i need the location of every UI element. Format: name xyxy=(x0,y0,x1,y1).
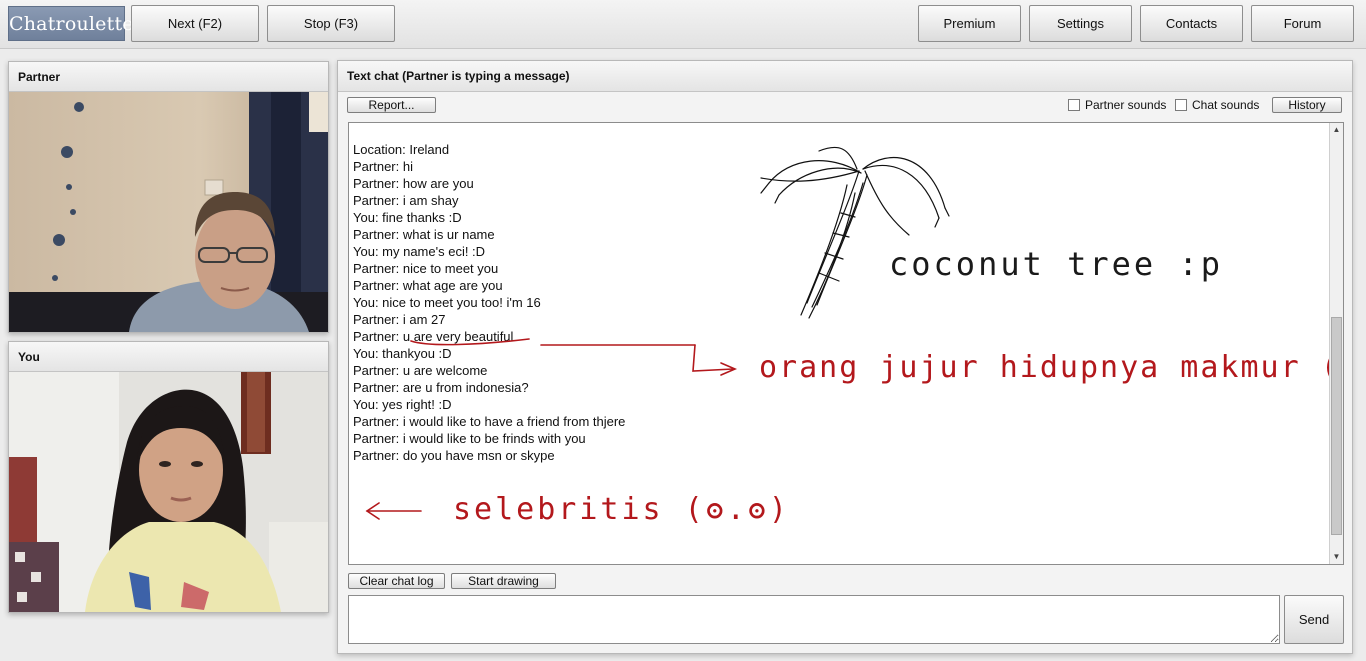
you-video xyxy=(9,372,328,612)
chat-sounds-checkbox-box[interactable] xyxy=(1175,99,1187,111)
text-chat-panel: Text chat (Partner is typing a message) … xyxy=(337,60,1353,654)
partner-panel-title: Partner xyxy=(9,62,328,92)
contacts-button[interactable]: Contacts xyxy=(1140,5,1243,42)
drawing-overlay: coconut tree :p orang jujur hidupnya mak… xyxy=(365,146,1329,527)
coconut-tree-text: coconut tree :p xyxy=(889,245,1223,283)
partner-sounds-label: Partner sounds xyxy=(1085,98,1167,112)
clear-chat-log-button[interactable]: Clear chat log xyxy=(348,573,445,589)
next-button[interactable]: Next (F2) xyxy=(131,5,259,42)
you-webcam-image xyxy=(9,372,328,612)
scroll-up-icon[interactable]: ▲ xyxy=(1330,123,1343,137)
send-button[interactable]: Send xyxy=(1284,595,1344,644)
selebritis-text: selebritis (ʘ.ʘ) xyxy=(453,492,790,527)
chat-title: Text chat (Partner is typing a message) xyxy=(338,61,1352,92)
stop-button[interactable]: Stop (F3) xyxy=(267,5,395,42)
partner-webcam-image xyxy=(9,92,328,332)
red-underline-arrow xyxy=(410,338,738,376)
you-panel-title: You xyxy=(9,342,328,372)
chat-sounds-label: Chat sounds xyxy=(1192,98,1260,112)
chat-log[interactable]: Location: Ireland Partner: hi Partner: h… xyxy=(348,122,1344,565)
chat-log-scrollbar[interactable]: ▲ ▼ xyxy=(1329,123,1343,564)
forum-button[interactable]: Forum xyxy=(1251,5,1354,42)
history-button[interactable]: History xyxy=(1272,97,1342,113)
orang-jujur-text: orang jujur hidupnya makmur (?) xyxy=(759,350,1329,385)
logo[interactable]: Chatroulette xyxy=(8,6,134,41)
partner-video xyxy=(9,92,328,332)
settings-button[interactable]: Settings xyxy=(1029,5,1132,42)
partner-panel: Partner xyxy=(8,61,329,333)
partner-sounds-checkbox[interactable]: Partner sounds xyxy=(1068,97,1173,113)
top-bar: Chatroulette Next (F2) Stop (F3) Premium… xyxy=(0,0,1366,49)
start-drawing-button[interactable]: Start drawing xyxy=(451,573,556,589)
report-button[interactable]: Report... xyxy=(347,97,436,113)
you-panel: You xyxy=(8,341,329,613)
scroll-thumb[interactable] xyxy=(1331,317,1342,535)
message-input[interactable] xyxy=(348,595,1280,644)
red-left-arrow xyxy=(365,502,422,520)
partner-sounds-checkbox-box[interactable] xyxy=(1068,99,1080,111)
coconut-tree-drawing xyxy=(760,146,950,319)
premium-button[interactable]: Premium xyxy=(918,5,1021,42)
chat-sounds-checkbox[interactable]: Chat sounds xyxy=(1175,97,1267,113)
scroll-down-icon[interactable]: ▼ xyxy=(1330,550,1343,564)
